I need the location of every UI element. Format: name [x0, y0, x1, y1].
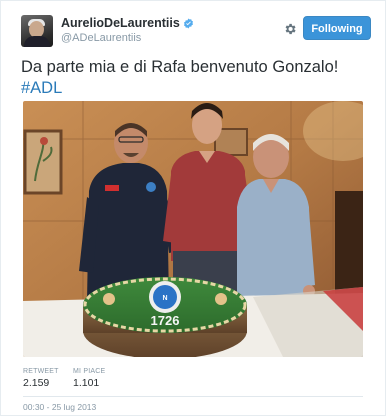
tweet-stats: RETWEET 2.159 MI PIACE 1.101	[23, 367, 363, 397]
cake-number: 1726	[151, 313, 180, 328]
like-label: MI PIACE	[73, 368, 106, 375]
avatar[interactable]	[21, 15, 53, 47]
retweet-label: RETWEET	[23, 368, 59, 375]
retweet-count: 2.159	[23, 377, 50, 389]
retweet-stat[interactable]: RETWEET 2.159	[23, 367, 59, 390]
following-button[interactable]: Following	[303, 16, 371, 40]
avatar-suit	[24, 36, 50, 47]
wall-picture-flower	[40, 137, 48, 145]
photo-scene: N 1726	[23, 101, 363, 357]
stats-divider	[23, 396, 363, 397]
tweet-card: AurelioDeLaurentiis @ADeLaurentiis Follo…	[0, 0, 386, 416]
gear-icon[interactable]	[283, 22, 297, 36]
tweet-header: AurelioDeLaurentiis @ADeLaurentiis Follo…	[21, 15, 371, 49]
hashtag-link[interactable]: #ADL	[21, 78, 371, 99]
tweet-timestamp[interactable]: 00:30 - 25 lug 2013	[23, 402, 96, 413]
like-count: 1.101	[73, 377, 100, 389]
verified-badge-icon	[183, 18, 193, 29]
birthday-cake: N 1726	[83, 277, 247, 357]
tweet-photo[interactable]: N 1726	[23, 101, 363, 357]
display-name[interactable]: AurelioDeLaurentiis	[61, 16, 180, 31]
tweet-text: Da parte mia e di Rafa benvenuto Gonzalo…	[21, 57, 371, 99]
user-handle[interactable]: @ADeLaurentiis	[61, 31, 194, 45]
svg-text:N: N	[162, 295, 167, 302]
user-names: AurelioDeLaurentiis @ADeLaurentiis	[61, 16, 194, 45]
tweet-body: Da parte mia e di Rafa benvenuto Gonzalo…	[21, 58, 339, 76]
like-stat[interactable]: MI PIACE 1.101	[73, 367, 105, 390]
display-name-row[interactable]: AurelioDeLaurentiis	[61, 16, 194, 31]
